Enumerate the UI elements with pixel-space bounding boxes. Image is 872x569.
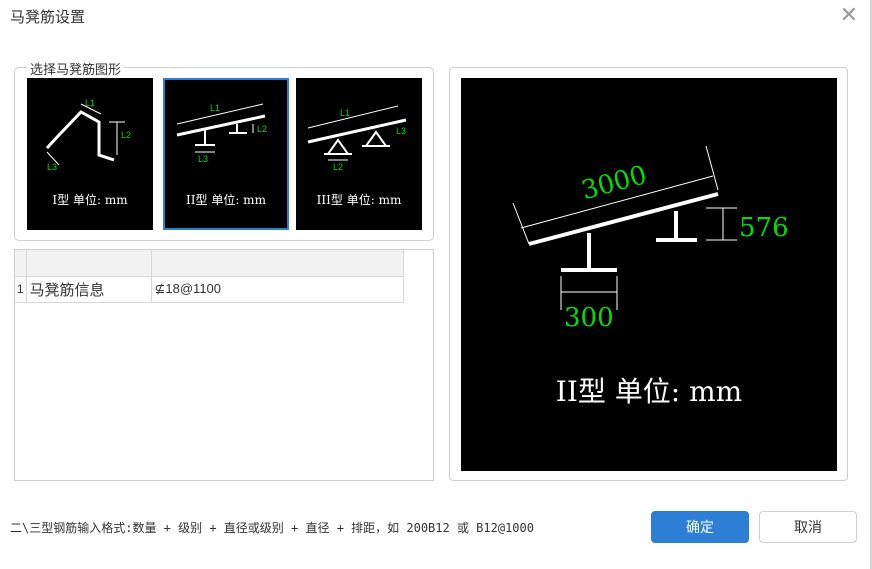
type-2-caption: II型 单位: mm bbox=[186, 193, 266, 207]
dim-height-label: 576 bbox=[739, 213, 789, 243]
rebar-info-table: 1 马凳筋信息 ⊈18@1100 bbox=[15, 250, 404, 303]
type-1-caption: I型 单位: mm bbox=[52, 193, 128, 207]
shape-option-type-2[interactable]: L1 L2 L3 II型 单位: mm bbox=[163, 78, 289, 230]
header-value-cell bbox=[151, 250, 404, 277]
type-1-l3-label: L3 bbox=[47, 162, 57, 172]
input-format-hint: 二\三型钢筋输入格式:数量 + 级别 + 直径或级别 + 直径 + 排距，如 2… bbox=[10, 521, 534, 535]
type-3-l1-label: L1 bbox=[340, 108, 350, 118]
table-row: 1 马凳筋信息 ⊈18@1100 bbox=[15, 276, 404, 303]
dialog-title: 马凳筋设置 bbox=[10, 9, 86, 26]
dim-length-label: 3000 bbox=[578, 160, 650, 206]
cancel-button[interactable]: 取消 bbox=[759, 511, 857, 543]
type-2-large-diagram: 3000 576 300 bbox=[512, 145, 789, 333]
shape-select-group: 选择马凳筋图形 L1 L2 L3 I型 单位: mm L1 L2 L3 II型 … bbox=[14, 59, 434, 241]
shape-preview-panel: 3000 576 300 II型 单位: mm bbox=[449, 67, 848, 481]
close-icon[interactable]: ✕ bbox=[840, 3, 858, 27]
shape-preview-canvas: 3000 576 300 II型 单位: mm bbox=[461, 78, 837, 471]
type-3-l3-label: L3 bbox=[396, 126, 406, 136]
row-value-cell[interactable]: ⊈18@1100 bbox=[151, 276, 404, 303]
rebar-info-table-panel: 1 马凳筋信息 ⊈18@1100 bbox=[14, 249, 434, 481]
type-3-caption: III型 单位: mm bbox=[316, 193, 402, 207]
shape-option-type-1[interactable]: L1 L2 L3 I型 单位: mm bbox=[27, 78, 153, 230]
confirm-button[interactable]: 确定 bbox=[651, 511, 749, 543]
type-2-l2-label: L2 bbox=[257, 124, 267, 134]
title-bar: 马凳筋设置 ✕ bbox=[0, 0, 872, 34]
row-name-cell: 马凳筋信息 bbox=[26, 276, 152, 303]
header-rownum-cell bbox=[15, 250, 27, 277]
type-2-l3-label: L3 bbox=[198, 154, 208, 164]
row-number: 1 bbox=[15, 276, 27, 303]
header-name-cell bbox=[26, 250, 152, 277]
type-2-l1-label: L1 bbox=[210, 103, 220, 113]
preview-caption: II型 单位: mm bbox=[555, 375, 743, 408]
type-3-l2-label: L2 bbox=[333, 162, 343, 172]
dim-base-label: 300 bbox=[564, 303, 614, 333]
shape-option-type-3[interactable]: L1 L3 L2 III型 单位: mm bbox=[296, 78, 422, 230]
type-1-l1-label: L1 bbox=[85, 98, 95, 108]
shape-group-label: 选择马凳筋图形 bbox=[27, 59, 125, 78]
type-1-l2-label: L2 bbox=[121, 130, 131, 140]
table-header-row bbox=[15, 250, 404, 277]
